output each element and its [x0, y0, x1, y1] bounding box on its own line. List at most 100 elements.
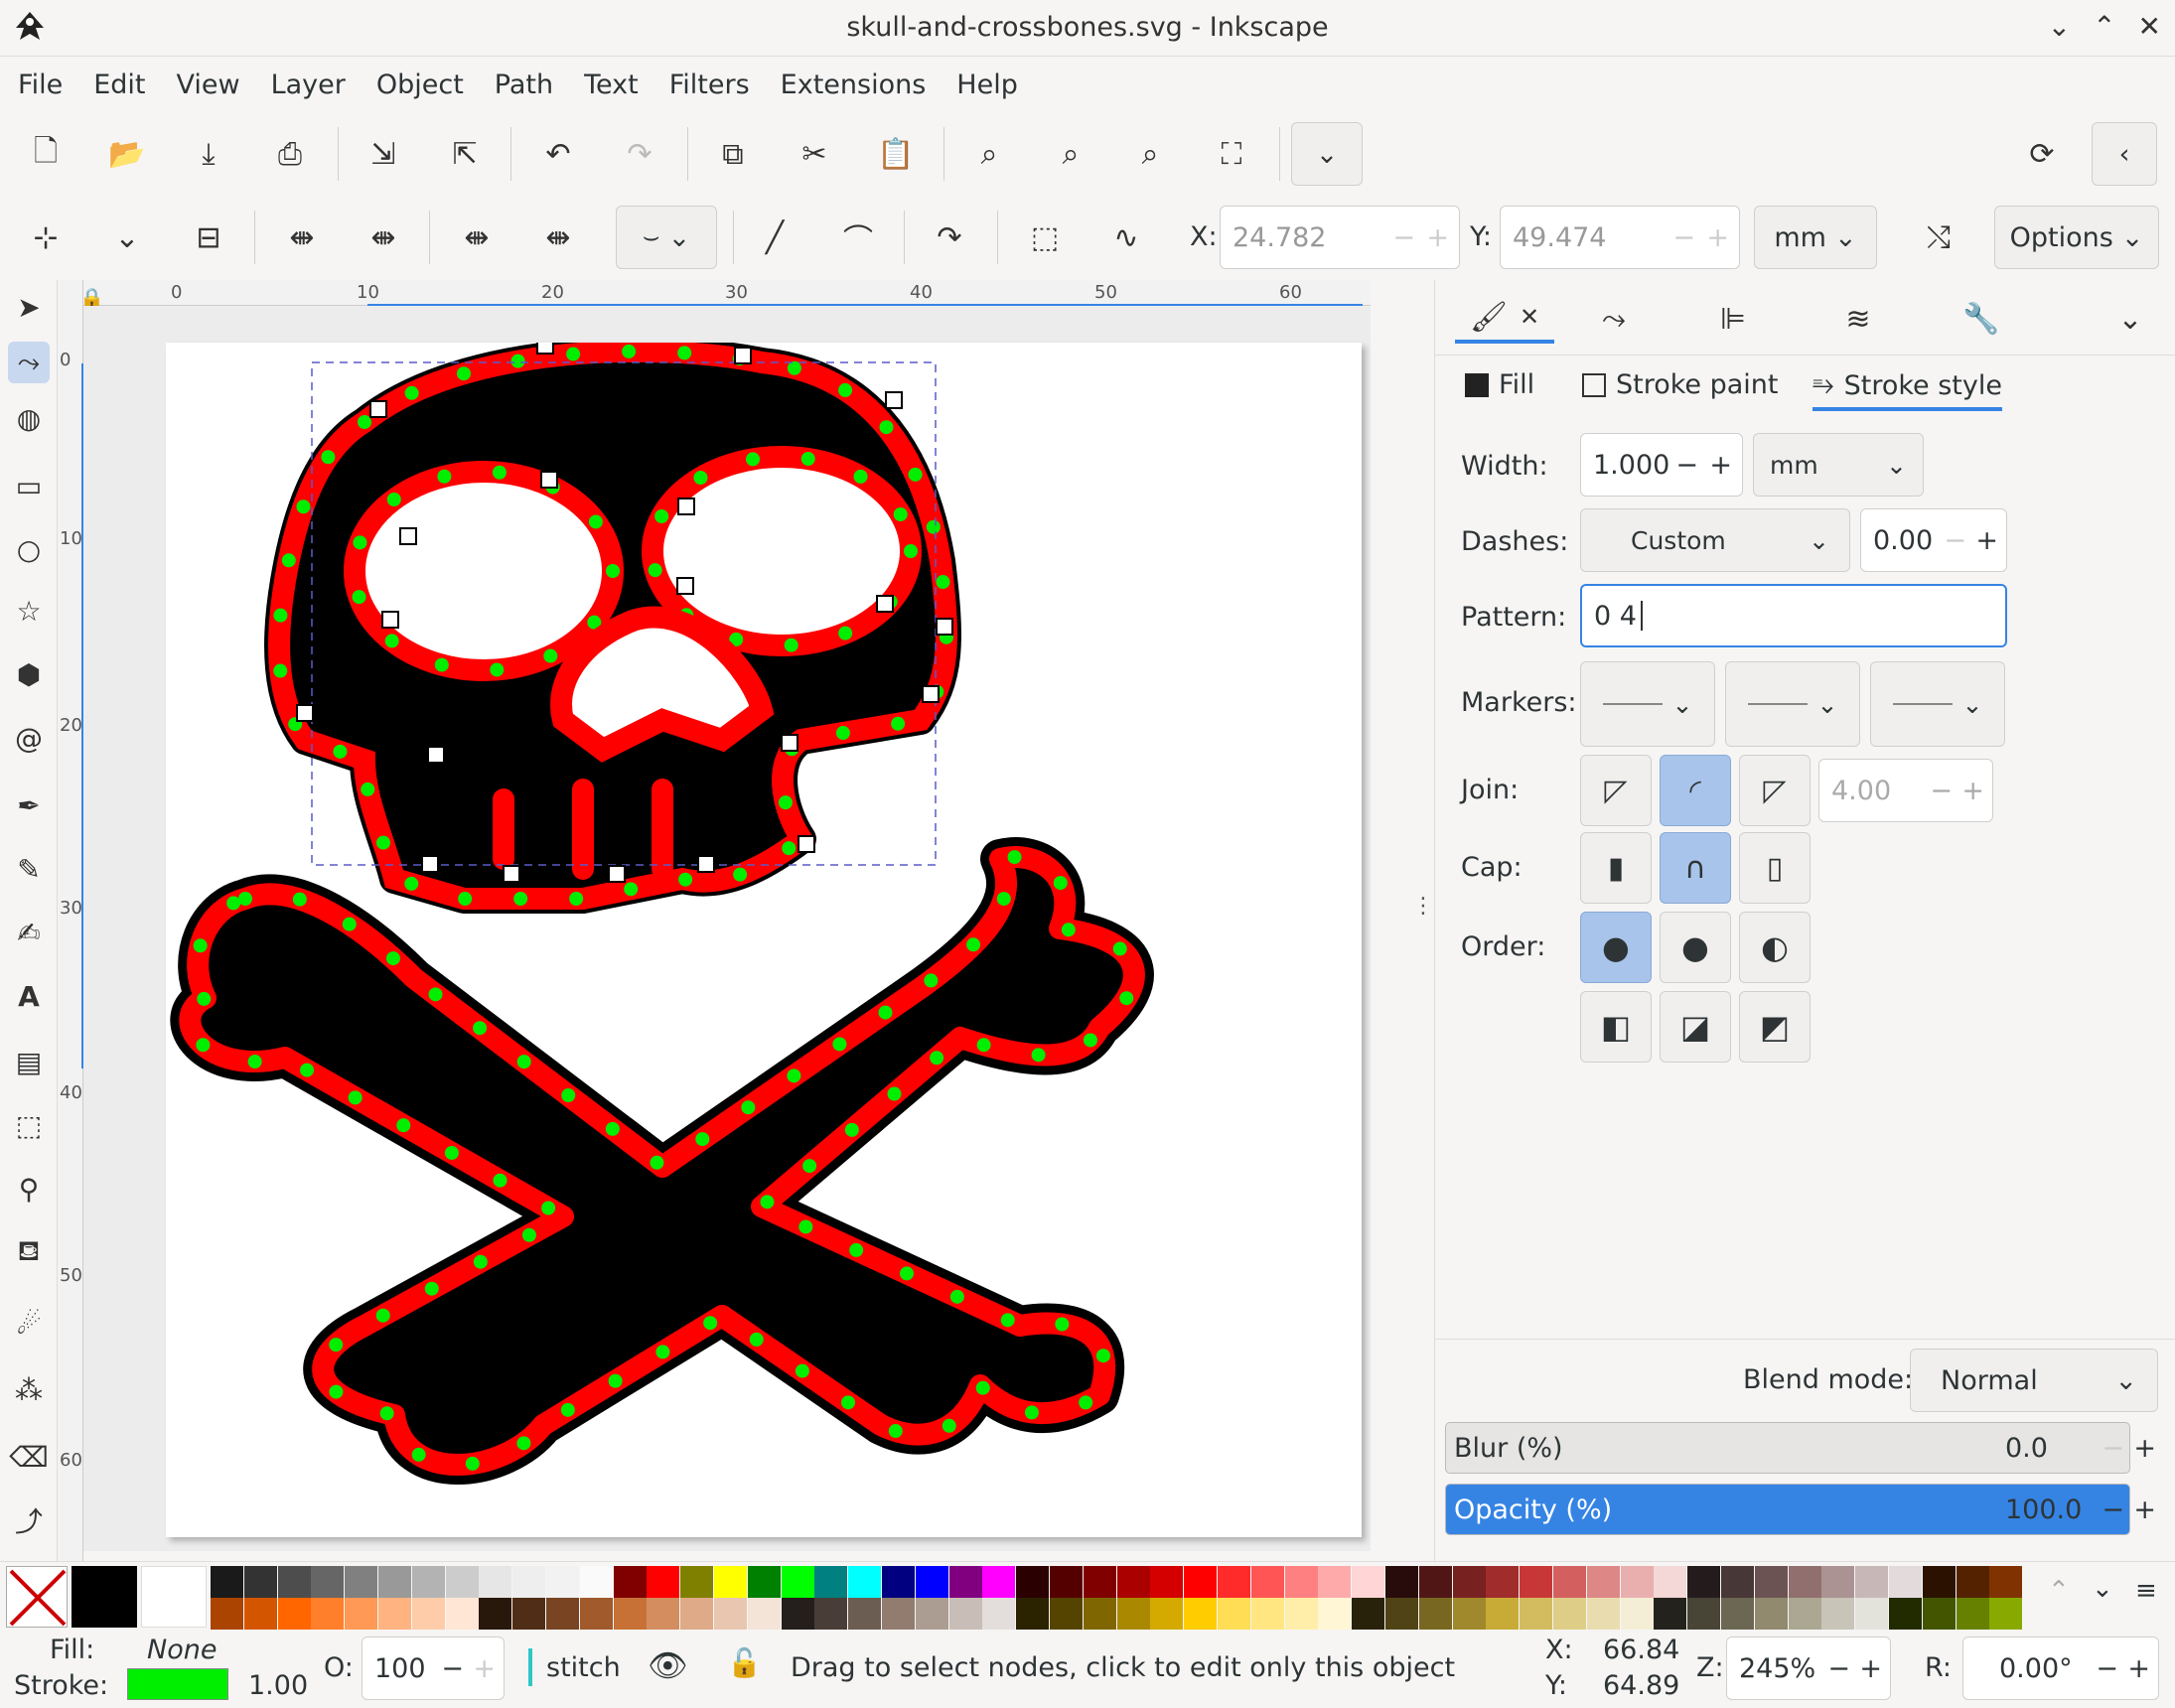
palette-scroll-up-icon[interactable]: ⌃ [2048, 1576, 2070, 1606]
plus-icon[interactable]: + [1709, 450, 1732, 481]
zoom-input[interactable]: 245% − + [1726, 1637, 1891, 1700]
y-coordinate-input[interactable]: 49.474 − + [1500, 206, 1740, 269]
gradient-tool-icon[interactable]: ▤ [8, 1041, 50, 1082]
miter-limit-input[interactable]: 4.00 − + [1818, 759, 1993, 822]
color-swatch[interactable] [211, 1598, 243, 1630]
color-swatch[interactable] [1385, 1598, 1418, 1630]
end-marker-dropdown[interactable]: ⌄ [1870, 661, 2005, 747]
opacity-input[interactable]: 100.0− + [1993, 1484, 2164, 1535]
plus-icon[interactable]: + [1706, 222, 1729, 253]
order-stroke-fill-markers-button[interactable]: ● [1660, 912, 1731, 983]
minus-icon[interactable]: − [1392, 222, 1415, 253]
color-swatch[interactable] [1553, 1566, 1586, 1598]
color-swatch[interactable] [311, 1566, 345, 1598]
join-nodes-icon[interactable]: ⇼ [274, 210, 330, 265]
color-swatch[interactable] [1452, 1598, 1486, 1630]
color-swatch[interactable] [1956, 1598, 1989, 1630]
minus-icon[interactable]: − [1930, 776, 1953, 806]
color-swatch[interactable] [1116, 1566, 1150, 1598]
node-type-dropdown[interactable]: ⌣ ⌄ [616, 206, 717, 269]
color-swatch[interactable] [411, 1598, 445, 1630]
rectangle-tool-icon[interactable]: ▭ [8, 465, 50, 506]
zoom-selection-icon[interactable]: ⌕ [961, 126, 1017, 182]
color-swatch[interactable] [1922, 1598, 1956, 1630]
selector-tool-icon[interactable]: ➤ [8, 286, 50, 328]
unit-dropdown[interactable]: mm ⌄ [1754, 206, 1877, 269]
color-swatch[interactable] [546, 1566, 579, 1598]
star-tool-icon[interactable]: ☆ [8, 590, 50, 632]
menu-extensions[interactable]: Extensions [781, 70, 927, 100]
color-swatch[interactable] [1654, 1598, 1687, 1630]
color-swatch[interactable] [345, 1598, 378, 1630]
color-swatch[interactable] [1218, 1566, 1250, 1598]
mesh-tool-icon[interactable]: ⬚ [8, 1104, 50, 1146]
color-swatch[interactable] [1520, 1598, 1553, 1630]
menu-view[interactable]: View [176, 70, 239, 100]
color-swatch[interactable] [1218, 1598, 1250, 1630]
current-layer[interactable]: stitch [546, 1652, 621, 1683]
butt-cap-button[interactable]: ▮ [1580, 832, 1652, 904]
calligraphy-tool-icon[interactable]: ✍ [8, 912, 50, 953]
palette-menu-chevron-icon[interactable]: ⌄ [2092, 1574, 2113, 1604]
node-tool-icon[interactable]: ⤳ [8, 342, 50, 383]
snap-icon[interactable]: ⟳ [2014, 126, 2070, 182]
3d-box-tool-icon[interactable]: ⬢ [8, 653, 50, 695]
color-swatch[interactable] [1989, 1598, 2023, 1630]
segment-curve-icon[interactable]: ⌒ [830, 210, 886, 265]
plus-icon[interactable]: + [1975, 525, 1998, 556]
color-swatch[interactable] [982, 1598, 1016, 1630]
color-swatch[interactable] [243, 1566, 277, 1598]
color-swatch[interactable] [948, 1566, 982, 1598]
menu-object[interactable]: Object [376, 70, 464, 100]
plus-icon[interactable]: + [2133, 1494, 2156, 1525]
color-swatch[interactable] [814, 1566, 848, 1598]
color-swatch[interactable] [277, 1566, 311, 1598]
minus-icon[interactable]: − [2102, 1433, 2124, 1464]
dashes-dropdown[interactable]: Custom ⌄ [1580, 508, 1850, 572]
color-swatch[interactable] [613, 1598, 647, 1630]
skull-and-crossbones-drawing[interactable] [166, 336, 1362, 1537]
color-swatch[interactable] [1250, 1566, 1284, 1598]
layers-tab-icon[interactable]: ≋ [1828, 294, 1888, 344]
color-swatch[interactable] [882, 1566, 915, 1598]
spray-tool-icon[interactable]: ⁂ [8, 1368, 50, 1410]
color-swatch[interactable] [1654, 1566, 1687, 1598]
color-swatch[interactable] [882, 1598, 915, 1630]
color-swatch[interactable] [1520, 1566, 1553, 1598]
new-document-icon[interactable]: 🗋 [18, 126, 73, 182]
color-swatch[interactable] [311, 1598, 345, 1630]
color-swatch[interactable] [1586, 1566, 1620, 1598]
color-swatch[interactable] [378, 1566, 411, 1598]
layer-lock-icon[interactable]: 🔓 [727, 1646, 762, 1679]
color-swatch[interactable] [1721, 1598, 1754, 1630]
miter-join-button[interactable]: ◸ [1739, 755, 1811, 826]
show-bbox-icon[interactable]: ⬚ [1017, 210, 1073, 265]
save-icon[interactable]: ⤓ [181, 126, 236, 182]
rotation-input[interactable]: 0.00° − + [1962, 1637, 2159, 1700]
black-swatch[interactable] [72, 1566, 137, 1628]
color-swatch[interactable] [781, 1566, 814, 1598]
blend-mode-dropdown[interactable]: Normal ⌄ [1910, 1349, 2158, 1412]
round-join-button[interactable]: ◜ [1660, 755, 1731, 826]
color-swatch[interactable] [714, 1598, 747, 1630]
color-swatch[interactable] [680, 1598, 714, 1630]
plus-icon[interactable]: + [1961, 776, 1984, 806]
color-swatch[interactable] [211, 1566, 243, 1598]
color-swatch[interactable] [647, 1598, 680, 1630]
fill-stroke-tab[interactable]: 🖌 ✕ [1455, 294, 1554, 344]
color-swatch[interactable] [1687, 1566, 1721, 1598]
color-swatch[interactable] [1687, 1598, 1721, 1630]
white-swatch[interactable] [141, 1566, 207, 1628]
paste-icon[interactable]: 📋 [868, 126, 924, 182]
insert-node-icon[interactable]: ⊹ [18, 210, 73, 265]
color-swatch[interactable] [479, 1566, 512, 1598]
export-icon[interactable]: ⇱ [437, 126, 493, 182]
stroke-paint-subtab[interactable]: Stroke paint [1582, 369, 1779, 400]
color-swatch[interactable] [1754, 1598, 1788, 1630]
shape-builder-icon[interactable]: ◍ [8, 397, 50, 439]
segment-line-icon[interactable]: ╱ [747, 210, 802, 265]
color-swatch[interactable] [579, 1598, 613, 1630]
color-swatch[interactable] [378, 1598, 411, 1630]
close-tab-icon[interactable]: ✕ [1520, 303, 1539, 331]
color-swatch[interactable] [1418, 1598, 1452, 1630]
